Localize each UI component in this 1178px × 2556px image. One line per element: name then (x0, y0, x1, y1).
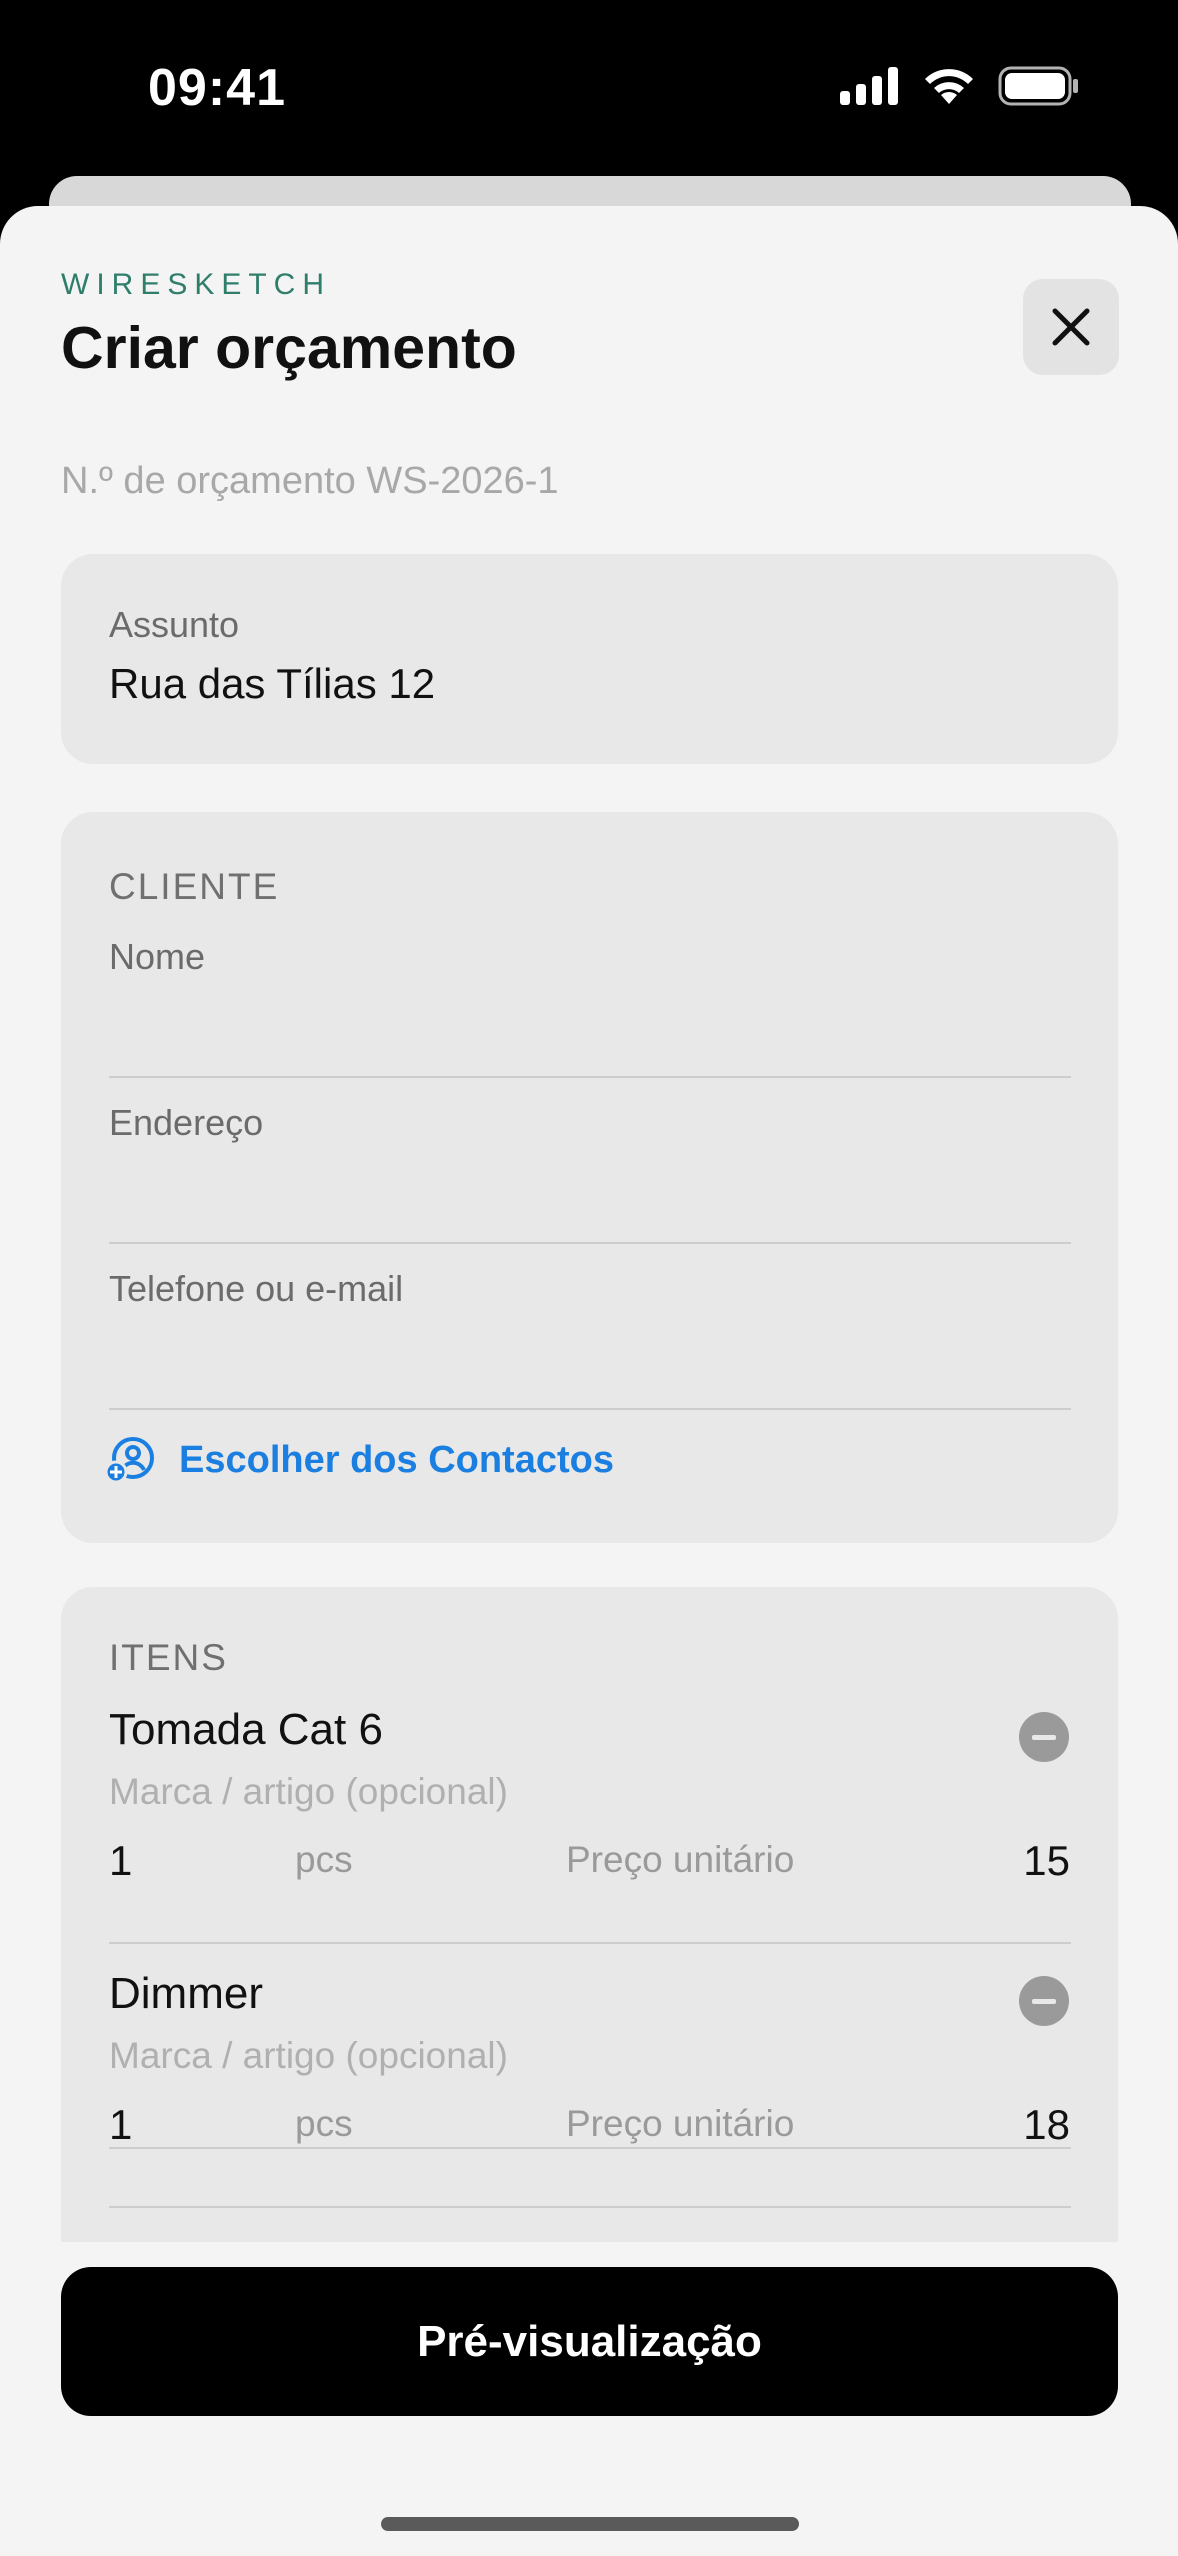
divider (109, 1076, 1071, 1078)
client-contact-field[interactable] (109, 1314, 1071, 1364)
item-price-label: Preço unitário (566, 2103, 795, 2144)
item-quantity-field[interactable]: 1 (109, 2101, 132, 2149)
brand-label: WIRESKETCH (61, 268, 332, 301)
item-unit-field[interactable]: pcs (295, 2103, 353, 2145)
close-button[interactable] (1023, 279, 1119, 375)
client-card: CLIENTE Nome Endereço Telefone ou e-mail… (61, 812, 1118, 1543)
close-icon (1052, 308, 1090, 346)
wifi-icon (925, 69, 973, 104)
item-unit-field[interactable]: pcs (295, 1839, 353, 1881)
subject-field[interactable]: Rua das Tílias 12 (109, 660, 435, 708)
item-name-field[interactable]: Dimmer (109, 1969, 263, 2019)
person-add-icon (105, 1437, 154, 1484)
status-time: 09:41 (148, 59, 286, 117)
home-indicator (381, 2517, 799, 2531)
status-bar: 09:41 (0, 0, 1178, 175)
remove-item-button[interactable] (1019, 1976, 1069, 2026)
minus-icon (1032, 1998, 1056, 2004)
page-title: Criar orçamento (61, 315, 517, 381)
quote-number: N.º de orçamento WS-2026-1 (61, 460, 559, 502)
item-brand-field[interactable]: Marca / artigo (opcional) (109, 1771, 508, 1813)
cellular-signal-icon (840, 67, 898, 105)
remove-item-button[interactable] (1019, 1712, 1069, 1762)
client-section-title: CLIENTE (109, 866, 280, 907)
battery-icon (998, 66, 1078, 106)
choose-contacts-button[interactable]: Escolher dos Contactos (105, 1436, 614, 1484)
divider (109, 1942, 1071, 1944)
item-price-label: Preço unitário (566, 1839, 795, 1880)
item-quantity-field[interactable]: 1 (109, 1837, 132, 1885)
item-brand-field[interactable]: Marca / artigo (opcional) (109, 2035, 508, 2077)
minus-icon (1032, 1734, 1056, 1740)
create-quote-sheet: WIRESKETCH Criar orçamento N.º de orçame… (0, 206, 1178, 2556)
subject-label: Assunto (109, 604, 240, 645)
client-address-label: Endereço (109, 1102, 264, 1143)
divider (109, 1408, 1071, 1410)
status-icons (840, 66, 1080, 106)
client-contact-label: Telefone ou e-mail (109, 1268, 404, 1309)
divider (109, 2147, 1071, 2149)
item-name-field[interactable]: Tomada Cat 6 (109, 1705, 383, 1755)
item-price-field[interactable]: 15 (1023, 1837, 1070, 1885)
items-section-title: ITENS (109, 1637, 228, 1678)
divider (109, 1242, 1071, 1244)
choose-contacts-label: Escolher dos Contactos (179, 1438, 614, 1481)
client-name-label: Nome (109, 936, 206, 977)
client-name-field[interactable] (109, 982, 1071, 1032)
item-price-field[interactable]: 18 (1023, 2101, 1070, 2149)
client-address-field[interactable] (109, 1148, 1071, 1198)
subject-card[interactable]: Assunto Rua das Tílias 12 (61, 554, 1118, 764)
divider (109, 2206, 1071, 2208)
preview-button[interactable]: Pré-visualização (61, 2267, 1118, 2416)
